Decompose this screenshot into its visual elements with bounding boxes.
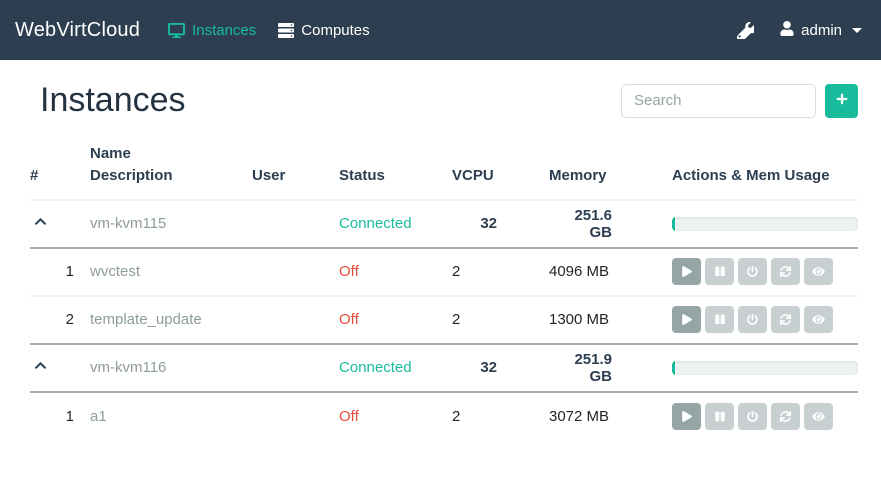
page-title: Instances xyxy=(40,82,186,119)
user-dropdown[interactable]: admin xyxy=(780,21,862,40)
add-instance-button[interactable] xyxy=(825,84,858,118)
instance-name-link[interactable]: a1 xyxy=(90,408,107,425)
host-name-link[interactable]: vm-kvm116 xyxy=(90,359,166,376)
pause-button[interactable] xyxy=(705,403,734,430)
collapse-toggle-chevron-up-icon[interactable] xyxy=(33,215,48,228)
memory-usage-progressbar xyxy=(672,361,858,375)
instance-memory: 3072 MB xyxy=(549,392,672,440)
play-button[interactable] xyxy=(672,403,701,430)
refresh-button[interactable] xyxy=(771,403,800,430)
top-navbar: WebVirtCloud Instances Computes admin xyxy=(0,0,881,60)
page-header: Instances xyxy=(0,82,881,119)
view-button[interactable] xyxy=(804,258,833,285)
instance-memory: 4096 MB xyxy=(549,248,672,296)
refresh-button[interactable] xyxy=(771,306,800,333)
nav-item-instances[interactable]: Instances xyxy=(168,22,256,39)
play-button[interactable] xyxy=(672,258,701,285)
instance-row: 2 template_update Off 2 1300 MB xyxy=(30,296,858,344)
user-label: admin xyxy=(801,22,842,39)
instance-row: 1 a1 Off 2 3072 MB xyxy=(30,392,858,440)
col-header-memory: Memory xyxy=(549,143,672,200)
brand-logo[interactable]: WebVirtCloud xyxy=(15,19,140,42)
play-button[interactable] xyxy=(672,306,701,333)
navbar-right: admin xyxy=(737,21,862,40)
instance-actions xyxy=(672,306,858,333)
instance-vcpu: 2 xyxy=(452,248,549,296)
main-nav: Instances Computes xyxy=(168,22,370,39)
instance-number: 1 xyxy=(30,248,90,296)
view-button[interactable] xyxy=(804,403,833,430)
instance-number: 1 xyxy=(30,392,90,440)
instance-vcpu: 2 xyxy=(452,296,549,344)
host-user xyxy=(252,344,339,392)
instance-user xyxy=(252,296,339,344)
host-vcpu: 32 xyxy=(452,200,549,248)
memory-usage-fill xyxy=(672,361,675,375)
power-button[interactable] xyxy=(738,306,767,333)
power-button[interactable] xyxy=(738,258,767,285)
user-icon xyxy=(780,21,794,40)
pause-button[interactable] xyxy=(705,306,734,333)
instances-table: # Name Description User Status VCPU Memo… xyxy=(30,143,858,440)
host-memory: 251.6 GB xyxy=(549,200,672,248)
host-name-link[interactable]: vm-kvm115 xyxy=(90,215,166,232)
pause-button[interactable] xyxy=(705,258,734,285)
instance-name-link[interactable]: wvctest xyxy=(90,263,140,280)
table-header-row: # Name Description User Status VCPU Memo… xyxy=(30,143,858,200)
nav-item-computes[interactable]: Computes xyxy=(278,22,369,39)
instance-user xyxy=(252,392,339,440)
host-row: vm-kvm116 Connected 32 251.9 GB xyxy=(30,344,858,392)
instance-row: 1 wvctest Off 2 4096 MB xyxy=(30,248,858,296)
header-tools xyxy=(621,84,858,118)
instance-memory: 1300 MB xyxy=(549,296,672,344)
instance-status: Off xyxy=(339,248,452,296)
instance-number: 2 xyxy=(30,296,90,344)
nav-item-label: Instances xyxy=(192,22,256,39)
view-button[interactable] xyxy=(804,306,833,333)
chevron-down-icon xyxy=(852,28,862,33)
nav-item-label: Computes xyxy=(301,22,369,39)
col-header-actions: Actions & Mem Usage xyxy=(672,143,858,200)
server-icon xyxy=(278,22,294,38)
col-header-user: User xyxy=(252,143,339,200)
search-input[interactable] xyxy=(621,84,816,118)
instance-actions xyxy=(672,258,858,285)
host-row: vm-kvm115 Connected 32 251.6 GB xyxy=(30,200,858,248)
host-vcpu: 32 xyxy=(452,344,549,392)
instance-name-link[interactable]: template_update xyxy=(90,311,202,328)
host-user xyxy=(252,200,339,248)
col-header-name-description: Name Description xyxy=(90,143,252,200)
host-status: Connected xyxy=(339,344,452,392)
col-header-vcpu: VCPU xyxy=(452,143,549,200)
instance-status: Off xyxy=(339,296,452,344)
memory-usage-fill xyxy=(672,217,675,231)
instance-actions xyxy=(672,403,858,430)
instance-status: Off xyxy=(339,392,452,440)
plus-icon xyxy=(836,93,848,108)
instance-user xyxy=(252,248,339,296)
col-header-num: # xyxy=(30,143,90,200)
wrench-icon[interactable] xyxy=(737,22,754,39)
col-header-status: Status xyxy=(339,143,452,200)
refresh-button[interactable] xyxy=(771,258,800,285)
host-status: Connected xyxy=(339,200,452,248)
desktop-icon xyxy=(168,23,185,38)
memory-usage-progressbar xyxy=(672,217,858,231)
collapse-toggle-chevron-up-icon[interactable] xyxy=(33,359,48,372)
instance-vcpu: 2 xyxy=(452,392,549,440)
power-button[interactable] xyxy=(738,403,767,430)
host-memory: 251.9 GB xyxy=(549,344,672,392)
